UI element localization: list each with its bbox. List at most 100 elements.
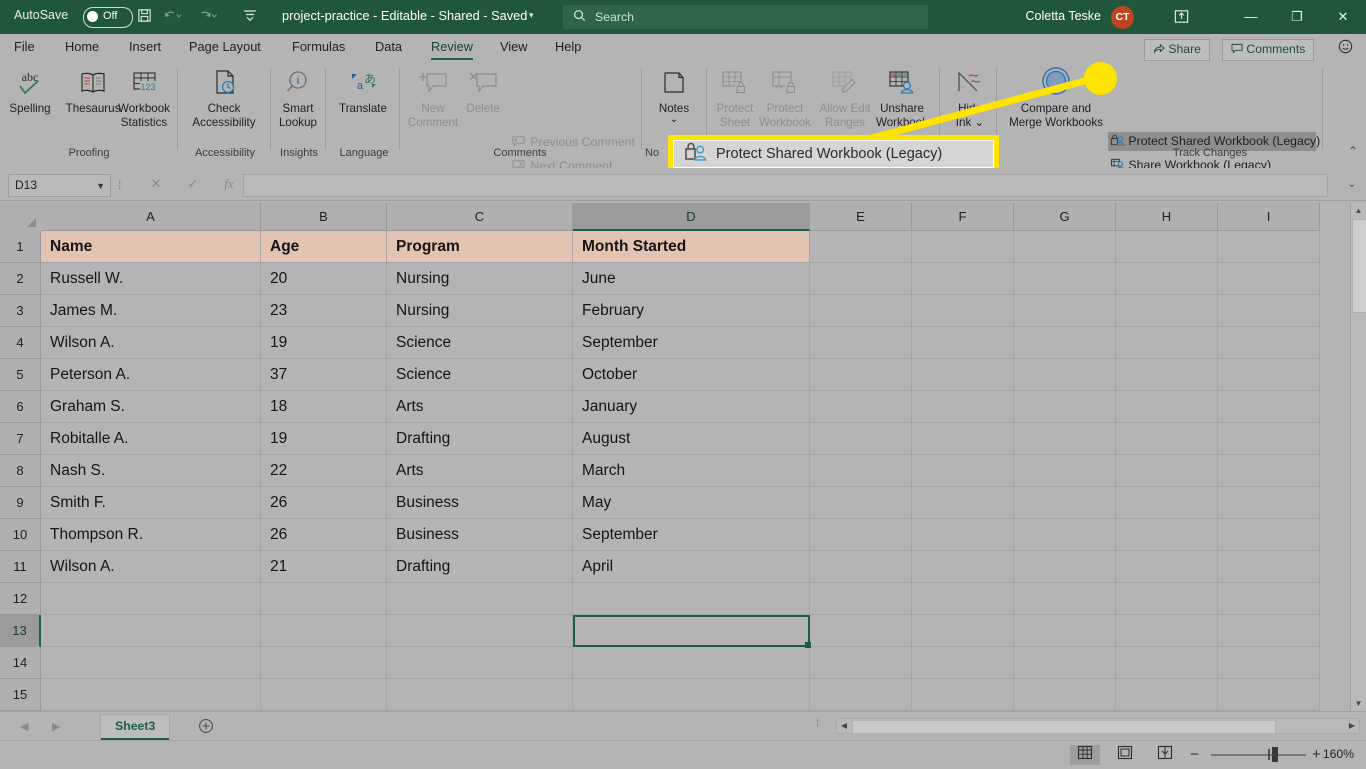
- cell-B3[interactable]: 23: [261, 295, 387, 327]
- cell-B5[interactable]: 37: [261, 359, 387, 391]
- cell-A5[interactable]: Peterson A.: [41, 359, 261, 391]
- nav-next-icon[interactable]: ▶: [52, 720, 60, 733]
- fill-handle[interactable]: [805, 642, 811, 648]
- cell-H4[interactable]: [1116, 327, 1218, 359]
- column-header-b[interactable]: B: [261, 203, 387, 231]
- cell-C6[interactable]: Arts: [387, 391, 573, 423]
- cell-C14[interactable]: [387, 647, 573, 679]
- cell-I8[interactable]: [1218, 455, 1320, 487]
- cell-F8[interactable]: [912, 455, 1014, 487]
- smart-lookup-button[interactable]: Smart Lookup: [272, 66, 324, 129]
- cell-H2[interactable]: [1116, 263, 1218, 295]
- tab-insert[interactable]: Insert: [129, 37, 161, 59]
- cell-C10[interactable]: Business: [387, 519, 573, 551]
- tab-formulas[interactable]: Formulas: [292, 37, 345, 59]
- cell-G2[interactable]: [1014, 263, 1116, 295]
- cell-H3[interactable]: [1116, 295, 1218, 327]
- expand-formula-bar-icon[interactable]: ⌄: [1348, 179, 1356, 190]
- maximize-button[interactable]: ❐: [1274, 0, 1320, 34]
- cell-I10[interactable]: [1218, 519, 1320, 551]
- cell-G7[interactable]: [1014, 423, 1116, 455]
- cell-C11[interactable]: Drafting: [387, 551, 573, 583]
- cell-G13[interactable]: [1014, 615, 1116, 647]
- row-header-14[interactable]: 14: [0, 647, 41, 679]
- cell-D4[interactable]: September: [573, 327, 810, 359]
- cell-B11[interactable]: 21: [261, 551, 387, 583]
- column-header-h[interactable]: H: [1116, 203, 1218, 231]
- row-header-4[interactable]: 4: [0, 327, 41, 359]
- column-header-d[interactable]: D: [573, 203, 810, 231]
- row-header-11[interactable]: 11: [0, 551, 41, 583]
- cell-A10[interactable]: Thompson R.: [41, 519, 261, 551]
- cell-E9[interactable]: [810, 487, 912, 519]
- scroll-left-icon[interactable]: ◀: [837, 719, 851, 733]
- cell-C1[interactable]: Program: [387, 231, 573, 263]
- cell-I4[interactable]: [1218, 327, 1320, 359]
- formula-input[interactable]: [243, 174, 1328, 197]
- cell-C9[interactable]: Business: [387, 487, 573, 519]
- add-sheet-icon[interactable]: [198, 718, 214, 738]
- cell-B10[interactable]: 26: [261, 519, 387, 551]
- cell-A14[interactable]: [41, 647, 261, 679]
- vertical-scrollbar[interactable]: ▲ ▼: [1350, 203, 1366, 711]
- cell-E12[interactable]: [810, 583, 912, 615]
- cell-H7[interactable]: [1116, 423, 1218, 455]
- zoom-slider-track[interactable]: [1211, 754, 1306, 756]
- cell-H14[interactable]: [1116, 647, 1218, 679]
- close-button[interactable]: ✕: [1320, 0, 1366, 34]
- cell-C13[interactable]: [387, 615, 573, 647]
- spelling-button[interactable]: abc Spelling: [6, 66, 54, 116]
- tab-view[interactable]: View: [500, 37, 528, 59]
- cell-D6[interactable]: January: [573, 391, 810, 423]
- horizontal-scroll-thumb[interactable]: [852, 720, 1276, 734]
- cell-A2[interactable]: Russell W.: [41, 263, 261, 295]
- cell-F5[interactable]: [912, 359, 1014, 391]
- comments-button[interactable]: Comments: [1222, 39, 1315, 61]
- cell-F12[interactable]: [912, 583, 1014, 615]
- vertical-scroll-thumb[interactable]: [1352, 219, 1366, 313]
- cell-I12[interactable]: [1218, 583, 1320, 615]
- cell-I6[interactable]: [1218, 391, 1320, 423]
- cell-A8[interactable]: Nash S.: [41, 455, 261, 487]
- cell-G10[interactable]: [1014, 519, 1116, 551]
- cell-E8[interactable]: [810, 455, 912, 487]
- customize-quick-access-icon[interactable]: [239, 8, 261, 27]
- cell-F6[interactable]: [912, 391, 1014, 423]
- cell-B2[interactable]: 20: [261, 263, 387, 295]
- row-header-13[interactable]: 13: [0, 615, 41, 647]
- zoom-in-icon[interactable]: +: [1312, 746, 1321, 763]
- cell-G14[interactable]: [1014, 647, 1116, 679]
- horizontal-scrollbar[interactable]: ◀ ▶: [836, 718, 1360, 734]
- cell-B15[interactable]: [261, 679, 387, 711]
- row-header-8[interactable]: 8: [0, 455, 41, 487]
- cell-D10[interactable]: September: [573, 519, 810, 551]
- cell-D1[interactable]: Month Started: [573, 231, 810, 263]
- notes-dropdown-icon[interactable]: ⌄: [646, 114, 702, 125]
- cell-H11[interactable]: [1116, 551, 1218, 583]
- cell-D3[interactable]: February: [573, 295, 810, 327]
- cell-I9[interactable]: [1218, 487, 1320, 519]
- cell-B6[interactable]: 18: [261, 391, 387, 423]
- horizontal-split-grip[interactable]: ⁞: [816, 717, 819, 729]
- tab-file[interactable]: File: [14, 37, 35, 59]
- cell-E10[interactable]: [810, 519, 912, 551]
- cell-C7[interactable]: Drafting: [387, 423, 573, 455]
- cell-H10[interactable]: [1116, 519, 1218, 551]
- scroll-right-icon[interactable]: ▶: [1345, 719, 1359, 733]
- redo-icon[interactable]: [197, 8, 219, 27]
- cell-D8[interactable]: March: [573, 455, 810, 487]
- cell-C12[interactable]: [387, 583, 573, 615]
- row-header-1[interactable]: 1: [0, 231, 41, 263]
- select-all-corner[interactable]: [0, 203, 42, 232]
- cell-G6[interactable]: [1014, 391, 1116, 423]
- search-input[interactable]: Search: [563, 5, 928, 29]
- cell-A15[interactable]: [41, 679, 261, 711]
- cell-E2[interactable]: [810, 263, 912, 295]
- normal-view-icon[interactable]: [1070, 745, 1100, 765]
- enter-check-icon[interactable]: ✓: [182, 176, 204, 192]
- cell-A7[interactable]: Robitalle A.: [41, 423, 261, 455]
- row-header-7[interactable]: 7: [0, 423, 41, 455]
- cell-E6[interactable]: [810, 391, 912, 423]
- name-box[interactable]: D13 ▼: [8, 174, 111, 197]
- cell-E11[interactable]: [810, 551, 912, 583]
